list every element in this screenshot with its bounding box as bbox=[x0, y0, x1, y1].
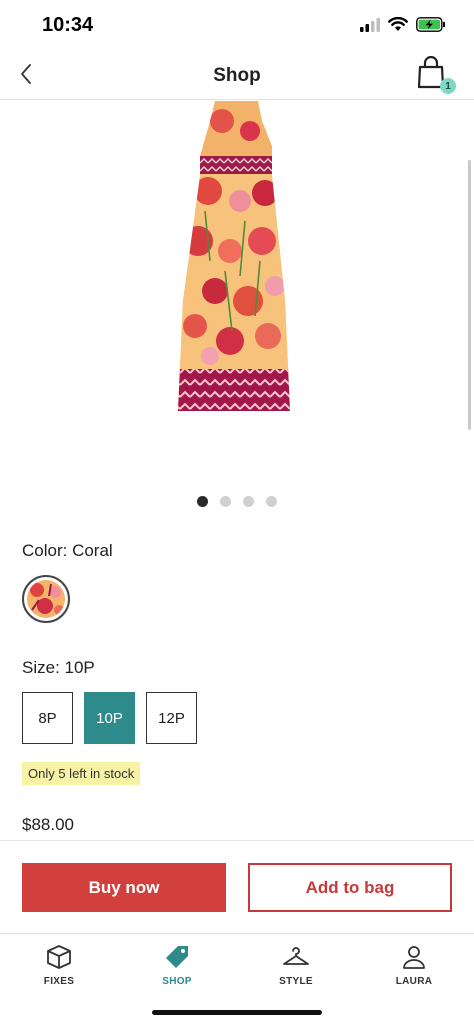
size-label: Size: 10P bbox=[22, 658, 95, 677]
carousel-dot[interactable] bbox=[197, 496, 208, 507]
carousel-dot[interactable] bbox=[220, 496, 231, 507]
tab-shop[interactable]: SHOP bbox=[127, 942, 227, 987]
hanger-icon bbox=[281, 942, 311, 972]
dress-image bbox=[178, 101, 290, 411]
tab-style[interactable]: STYLE bbox=[246, 942, 346, 987]
battery-charging-icon bbox=[416, 17, 446, 37]
tag-icon bbox=[162, 942, 192, 972]
product-image[interactable] bbox=[0, 101, 474, 481]
nav-bar: Shop 1 bbox=[0, 52, 474, 100]
person-icon bbox=[399, 942, 429, 972]
signal-icon bbox=[360, 17, 380, 37]
size-option-12p[interactable]: 12P bbox=[146, 692, 197, 744]
box-icon bbox=[44, 942, 74, 972]
status-icons bbox=[360, 16, 446, 37]
scrollbar[interactable] bbox=[468, 160, 471, 430]
tab-bar: FIXES SHOP STYLE LAURA bbox=[0, 933, 474, 1025]
size-options: 8P 10P 12P bbox=[22, 692, 197, 744]
tab-laura[interactable]: LAURA bbox=[364, 942, 464, 987]
tab-label: SHOP bbox=[162, 976, 192, 987]
carousel-dot[interactable] bbox=[243, 496, 254, 507]
color-label: Color: Coral bbox=[22, 541, 113, 560]
size-option-10p[interactable]: 10P bbox=[84, 692, 135, 744]
buy-now-button[interactable]: Buy now bbox=[22, 863, 226, 912]
swatch-image bbox=[27, 580, 65, 618]
shopping-bag-button[interactable]: 1 bbox=[416, 55, 456, 96]
action-bar: Buy now Add to bag bbox=[0, 840, 474, 933]
color-swatch-coral[interactable] bbox=[22, 575, 70, 623]
page-title: Shop bbox=[213, 65, 261, 86]
bag-count-badge: 1 bbox=[440, 78, 456, 94]
status-time: 10:34 bbox=[42, 14, 94, 36]
tab-fixes[interactable]: FIXES bbox=[9, 942, 109, 987]
stock-badge: Only 5 left in stock bbox=[22, 762, 141, 785]
tab-label: STYLE bbox=[279, 976, 313, 987]
carousel-dot[interactable] bbox=[266, 496, 277, 507]
tab-label: LAURA bbox=[395, 976, 433, 987]
status-bar: 10:34 bbox=[0, 0, 474, 50]
image-carousel-dots bbox=[0, 496, 474, 507]
home-indicator[interactable] bbox=[152, 1010, 322, 1015]
add-to-bag-button[interactable]: Add to bag bbox=[248, 863, 452, 912]
wifi-icon bbox=[388, 16, 408, 37]
tab-label: FIXES bbox=[43, 976, 75, 987]
price: $88.00 bbox=[22, 815, 74, 834]
size-option-8p[interactable]: 8P bbox=[22, 692, 73, 744]
